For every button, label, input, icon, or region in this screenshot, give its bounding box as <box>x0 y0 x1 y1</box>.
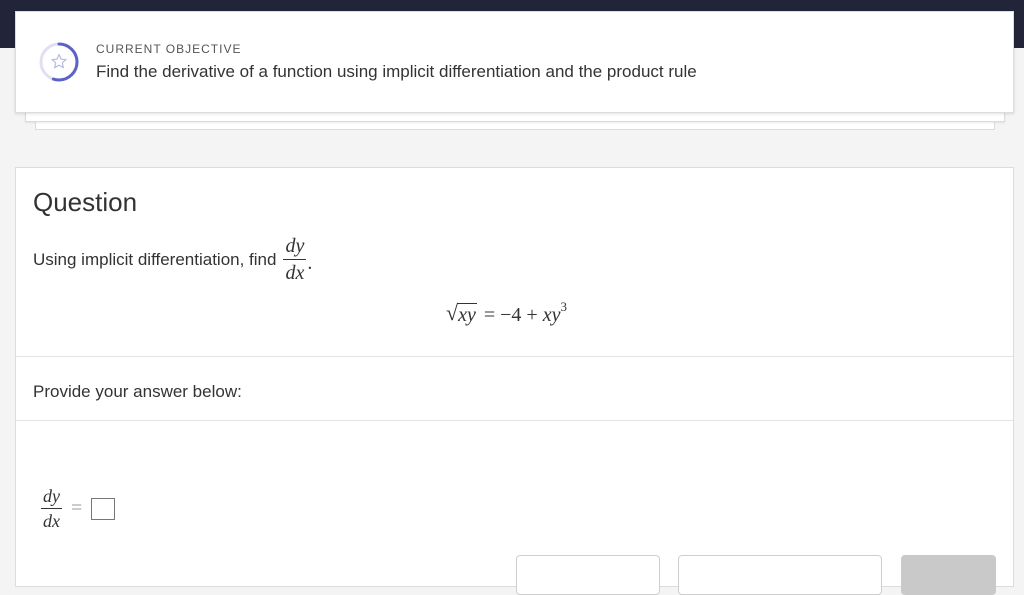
answer-instructions: Provide your answer below: <box>33 382 242 401</box>
equation-rhs-variable: xy <box>542 304 561 326</box>
answer-expression: dy dx = <box>41 486 116 531</box>
equation-rhs-prefix: = −4 + <box>483 304 538 326</box>
fraction-bar <box>283 259 307 260</box>
radicand: xy <box>457 303 477 326</box>
objective-progress-icon <box>39 42 79 82</box>
question-card: Question Using implicit differentiation,… <box>15 167 1014 595</box>
answer-fraction-bar <box>41 508 62 509</box>
equation-exponent: 3 <box>560 299 567 314</box>
derivative-fraction: dy dx <box>283 235 307 284</box>
hint-button[interactable] <box>678 555 882 595</box>
question-equation: √ xy = −4 + xy3 <box>446 296 567 326</box>
help-button[interactable] <box>516 555 660 595</box>
question-title: Question <box>33 187 138 217</box>
current-objective-card[interactable]: CURRENT OBJECTIVE Find the derivative of… <box>15 11 1014 113</box>
fraction-denominator: dx <box>285 262 305 284</box>
fraction-numerator: dy <box>285 235 305 257</box>
objective-stack-middle <box>25 112 1005 122</box>
answer-input-box[interactable] <box>91 497 116 520</box>
objective-label: CURRENT OBJECTIVE <box>96 42 242 56</box>
objective-text: Find the derivative of a function using … <box>96 62 697 81</box>
answer-fraction-numerator: dy <box>43 486 60 506</box>
square-root: √ xy <box>446 300 477 326</box>
submit-button[interactable] <box>901 555 996 595</box>
question-prompt: Using implicit differentiation, find dy … <box>33 235 312 284</box>
equation-rhs: = −4 + xy3 <box>484 296 567 326</box>
section-divider <box>16 356 1013 357</box>
answer-fraction-denominator: dx <box>43 511 60 531</box>
question-prompt-text: Using implicit differentiation, find <box>33 249 277 269</box>
answer-equals: = <box>71 497 83 519</box>
star-icon <box>51 53 67 69</box>
section-divider <box>16 420 1013 421</box>
answer-fraction: dy dx <box>41 486 62 531</box>
prompt-period: . <box>307 252 313 274</box>
